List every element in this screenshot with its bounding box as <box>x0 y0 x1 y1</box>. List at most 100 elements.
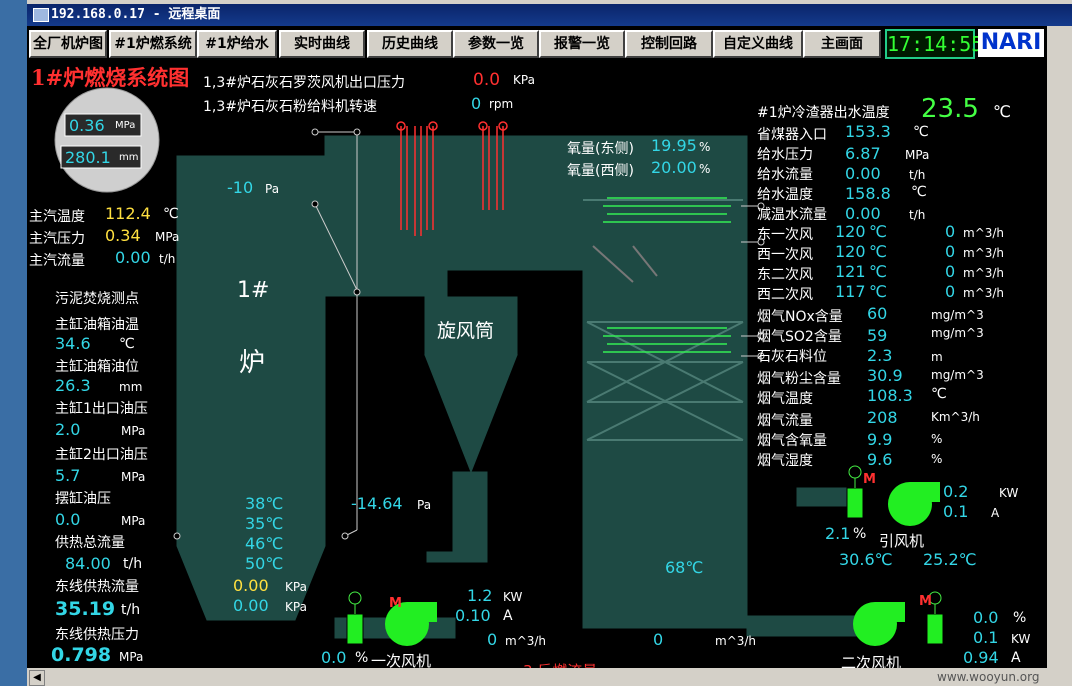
param-value: 2.3 <box>867 346 893 365</box>
drum-pressure-value: 0.36 <box>69 116 105 135</box>
sludge-item-unit: MPa <box>121 514 146 528</box>
sa-fan-power-unit: KW <box>1011 632 1031 646</box>
bed-temp: 38℃ <box>245 494 284 513</box>
menu-custom-curve[interactable]: 自定义曲线 <box>713 30 803 58</box>
sludge-item-value: 0.798 <box>51 644 112 666</box>
menu-alarm-list[interactable]: 报警一览 <box>539 30 625 58</box>
param-value: 158.8 <box>845 184 891 203</box>
crossover-duct <box>324 135 584 297</box>
param-label: 减温水流量 <box>757 207 827 223</box>
furnace-name-char: 炉 <box>239 348 266 378</box>
clock-display: 17:14:55 <box>885 29 983 59</box>
limestone-feeder-speed-label: 1,3#炉石灰石粉给料机转速 <box>203 99 377 115</box>
param-label: #1炉冷渣器出水温度 <box>757 105 890 121</box>
menu-boiler1-feedwater[interactable]: #1炉给水 <box>197 30 277 58</box>
steam-pressure-unit: MPa <box>155 230 180 244</box>
sludge-title: 污泥焚烧测点 <box>55 291 139 307</box>
param-value: 60 <box>867 304 888 323</box>
sludge-item-unit: t/h <box>123 556 143 572</box>
pa-fan-power-value: 1.2 <box>467 586 493 605</box>
param-value: 208 <box>867 408 898 427</box>
sludge-item-value: 26.3 <box>55 376 91 395</box>
param-unit: ℃ <box>993 102 1011 121</box>
menu-boiler1-combustion[interactable]: #1炉燃系统 <box>109 30 197 58</box>
param-label: 东一次风 <box>757 227 813 243</box>
sludge-item-unit: mm <box>119 380 143 394</box>
pa-fan-flow-value: 0 <box>487 630 498 649</box>
window-title: 192.168.0.17 - 远程桌面 <box>51 7 221 22</box>
param-value: 108.3 <box>867 386 913 405</box>
limestone-fan-pressure-value: 0.0 <box>473 70 501 90</box>
loop-seal-pipe <box>426 551 460 563</box>
horizontal-scrollbar[interactable]: ◀ <box>27 668 1072 686</box>
furnace-top-pressure-unit: Pa <box>265 182 280 196</box>
cyclone-dipleg <box>452 471 488 563</box>
param-label: 石灰石料位 <box>757 349 827 365</box>
sa-fan-current-value: 0.94 <box>963 648 999 667</box>
sludge-item-value: 2.0 <box>55 420 81 439</box>
vertical-scrollbar[interactable] <box>1047 26 1072 668</box>
param-label: 省煤器入口 <box>757 127 827 143</box>
bed-pressure-unit: KPa <box>285 600 307 614</box>
id-fan-current-value: 0.1 <box>943 502 969 521</box>
sludge-item-value: 5.7 <box>55 466 81 485</box>
id-fan-motor-label: M <box>863 472 876 487</box>
sa-fan-damper-unit: % <box>1013 610 1027 626</box>
oxygen-east-label: 氧量(东侧) <box>567 141 634 157</box>
menu-params-list[interactable]: 参数一览 <box>453 30 539 58</box>
menu-plant-overview[interactable]: 全厂机炉图 <box>29 30 107 58</box>
steam-flow-unit: t/h <box>159 252 176 266</box>
param-unit: ℃ <box>869 222 887 241</box>
menu-realtime-curve[interactable]: 实时曲线 <box>279 30 365 58</box>
bottom-flow-value: 0 <box>653 630 664 649</box>
param-label: 给水温度 <box>757 187 813 203</box>
param-unit: MPa <box>905 148 930 162</box>
sa-fan-motor-label: M <box>919 594 932 609</box>
steam-temp-label: 主汽温度 <box>29 209 85 225</box>
bottom-flow-unit: m^3/h <box>715 634 757 648</box>
sludge-item-value: 34.6 <box>55 334 91 353</box>
menu-history-curve[interactable]: 历史曲线 <box>367 30 453 58</box>
param-label: 给水压力 <box>757 147 813 163</box>
param-label: 烟气粉尘含量 <box>757 371 841 387</box>
param-flow-unit: m^3/h <box>963 266 1005 280</box>
param-label: 烟气温度 <box>757 391 813 407</box>
furnace-outlet-pressure-value: -14.64 <box>351 494 403 513</box>
param-flow: 0 <box>945 262 956 281</box>
param-flow-unit: m^3/h <box>963 246 1005 260</box>
title-bar[interactable]: 192.168.0.17 - 远程桌面 <box>27 4 1072 26</box>
param-unit: t/h <box>909 168 926 182</box>
scroll-left-arrow-icon[interactable]: ◀ <box>29 670 45 686</box>
param-label: 烟气含氧量 <box>757 433 827 449</box>
nari-logo: NARI <box>978 29 1044 57</box>
pa-fan-name: 一次风机 <box>371 652 432 668</box>
param-unit: mg/m^3 <box>931 368 984 382</box>
desktop-edge <box>0 0 27 686</box>
sludge-item-label: 东线供热压力 <box>55 627 139 643</box>
menu-main-screen[interactable]: 主画面 <box>803 30 881 58</box>
sa-fan-damper-value: 0.0 <box>973 608 999 627</box>
pa-fan-damper-value: 0.0 <box>321 648 347 667</box>
pa-fan-power-unit: KW <box>503 590 523 604</box>
sludge-item-label: 主缸油箱油温 <box>55 317 139 333</box>
combustion-diagram: 1#炉燃烧系统图 1,3#炉石灰石罗茨风机出口压力 0.0 KPa 1,3#炉石… <box>27 60 1047 668</box>
param-value: 9.6 <box>867 450 893 469</box>
id-fan-current-unit: A <box>991 506 1000 520</box>
sludge-item-label: 主缸2出口油压 <box>55 447 148 463</box>
menu-control-loop[interactable]: 控制回路 <box>625 30 713 58</box>
param-label: 烟气湿度 <box>757 453 813 469</box>
remote-desktop-window: 192.168.0.17 - 远程桌面 全厂机炉图 #1炉燃系统 #1炉给水 实… <box>27 0 1072 686</box>
pa-fan-current-value: 0.10 <box>455 606 491 625</box>
page-title: 1#炉燃烧系统图 <box>31 65 190 90</box>
param-label: 烟气SO2含量 <box>757 329 842 345</box>
steam-pressure-value: 0.34 <box>105 226 141 245</box>
param-label: 给水流量 <box>757 167 813 183</box>
furnace-top-pressure-value: -10 <box>227 178 254 197</box>
param-value: 59 <box>867 326 888 345</box>
drum-level-value: 280.1 <box>65 148 111 167</box>
param-unit: mg/m^3 <box>931 308 984 322</box>
process-diagram-graphics <box>54 87 944 646</box>
steam-temp-value: 112.4 <box>105 204 151 223</box>
param-unit: ℃ <box>911 184 927 200</box>
param-unit: m <box>931 350 943 364</box>
